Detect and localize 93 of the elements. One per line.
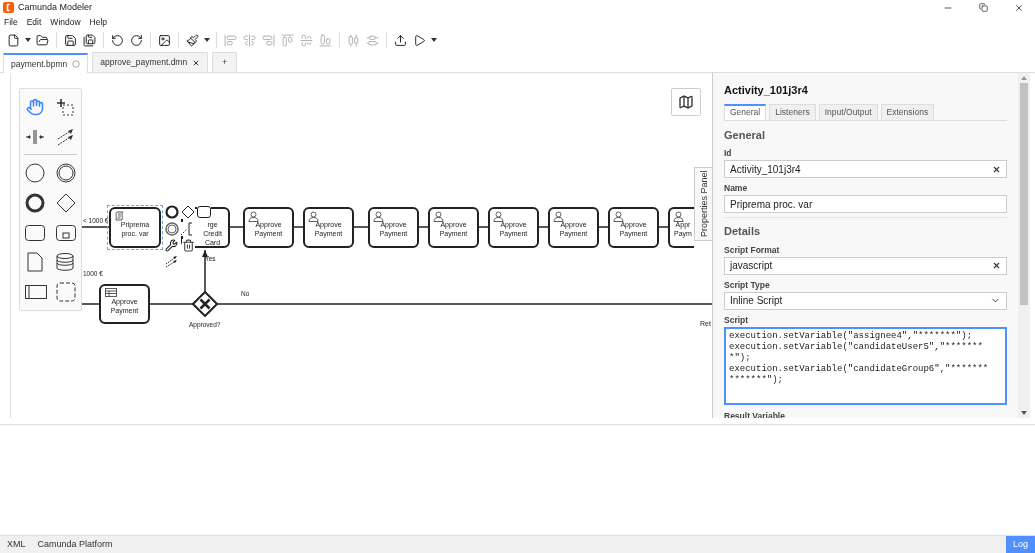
hand-tool-icon[interactable]: [25, 97, 44, 116]
field-label: Script Type: [724, 279, 771, 291]
delete-icon[interactable]: [182, 239, 195, 252]
play-icon: [413, 33, 426, 47]
group-heading: General: [724, 127, 766, 143]
file-tab[interactable]: approve_payment.dmn: [92, 52, 209, 72]
caret-icon[interactable]: [431, 38, 437, 42]
intermediate-event-icon[interactable]: [165, 222, 179, 236]
document-icon[interactable]: [26, 252, 43, 273]
status-bar-button[interactable]: XML: [7, 537, 26, 552]
unsaved-dot-icon: [72, 60, 81, 68]
align-right-icon: [262, 33, 275, 47]
database-icon[interactable]: [56, 253, 75, 272]
text-field[interactable]: Activity_101j3r4: [724, 160, 1007, 178]
panel-tab[interactable]: Input/Output: [818, 103, 878, 120]
distribute-vertical-icon: [366, 33, 379, 47]
close-icon[interactable]: [1014, 2, 1024, 13]
upload-icon: [394, 33, 407, 47]
pool-icon[interactable]: [24, 285, 47, 300]
script-icon: [115, 211, 124, 221]
undo-icon: [111, 33, 124, 47]
subprocess-icon[interactable]: [55, 224, 76, 241]
panel-tab[interactable]: Extensions: [880, 103, 935, 120]
save-as-button[interactable]: [80, 31, 99, 49]
field-label: Name: [724, 183, 749, 194]
clear-icon[interactable]: [992, 164, 1001, 174]
menu-item[interactable]: Window: [50, 15, 81, 29]
annotation-icon[interactable]: [181, 222, 193, 236]
close-icon[interactable]: [192, 58, 201, 67]
map-icon: [678, 94, 694, 110]
person-icon: [373, 211, 384, 222]
caret-icon[interactable]: [204, 38, 210, 42]
menu-item[interactable]: Help: [89, 15, 108, 29]
select-field[interactable]: Inline Script: [724, 291, 1007, 310]
new-file-icon: [7, 33, 20, 47]
person-icon: [493, 211, 504, 222]
text-field[interactable]: javascript: [724, 256, 1007, 275]
script-field[interactable]: execution.setVariable("assignee4","*******"); execution.setVariable("candidateUser5","********"); execution.setVariable("candidateGroup6","**************");: [724, 326, 1007, 405]
start-event-icon[interactable]: [25, 163, 46, 184]
save-icon: [64, 33, 77, 47]
gateway-shape: [192, 291, 218, 317]
caret-icon[interactable]: [25, 38, 31, 42]
clear-icon[interactable]: [992, 261, 1001, 270]
menu-item[interactable]: File: [4, 15, 18, 29]
gateway-icon[interactable]: [55, 192, 76, 213]
field-label: Script: [724, 314, 750, 326]
minimap-button[interactable]: [671, 88, 701, 116]
end-event-icon[interactable]: [25, 192, 46, 213]
person-icon: [308, 211, 319, 222]
redo-icon: [130, 33, 143, 47]
sequence-flow: [202, 249, 208, 293]
align-top-icon: [281, 33, 294, 47]
properties-panel-toggle[interactable]: Properties Panel: [694, 167, 712, 241]
person-icon: [248, 211, 259, 222]
file-tab[interactable]: payment.bpmn: [3, 53, 89, 73]
panel-tab[interactable]: General: [724, 103, 767, 120]
person-icon: [433, 211, 444, 222]
lasso-tool-icon[interactable]: [55, 96, 76, 117]
distribute-horizontal-icon: [347, 33, 360, 47]
window-title: Camunda Modeler: [18, 0, 93, 14]
name-field[interactable]: Priprema proc. var: [724, 195, 1007, 213]
align-bottom-icon: [319, 33, 332, 47]
element-title: Activity_101j3r4: [724, 83, 809, 98]
menu-item[interactable]: Edit: [26, 15, 42, 29]
table-icon: [105, 288, 117, 297]
group-icon[interactable]: [56, 282, 77, 303]
restore-icon[interactable]: [979, 2, 988, 12]
field-label: Result Variable: [724, 410, 786, 418]
scrollbar[interactable]: [1018, 73, 1030, 418]
gateway-icon[interactable]: [181, 205, 195, 219]
paintbrush-icon: [186, 33, 199, 47]
panel-tab[interactable]: Listeners: [769, 103, 816, 120]
person-icon: [613, 211, 624, 222]
open-folder-icon: [36, 33, 49, 47]
group-heading: Details: [724, 224, 762, 239]
person-icon: [673, 211, 684, 222]
new-tab-button[interactable]: +: [212, 52, 238, 72]
image-export-icon: [158, 33, 171, 47]
task-icon[interactable]: [25, 224, 46, 241]
field-label: Script Format: [724, 244, 781, 256]
intermediate-event-icon[interactable]: [55, 163, 76, 184]
end-event-icon[interactable]: [165, 205, 179, 219]
align-left-icon: [224, 33, 237, 47]
save-as-icon: [83, 33, 96, 47]
status-bar-button[interactable]: Camunda Platform: [37, 537, 113, 552]
align-center-icon: [243, 33, 256, 47]
align-middle-icon: [300, 33, 313, 47]
field-label: Id: [724, 148, 733, 159]
task-icon[interactable]: [197, 206, 211, 218]
paintbrush-button[interactable]: [183, 31, 202, 49]
connect-tool-icon[interactable]: [55, 126, 76, 147]
person-icon: [553, 211, 564, 222]
wrench-icon[interactable]: [165, 239, 178, 252]
